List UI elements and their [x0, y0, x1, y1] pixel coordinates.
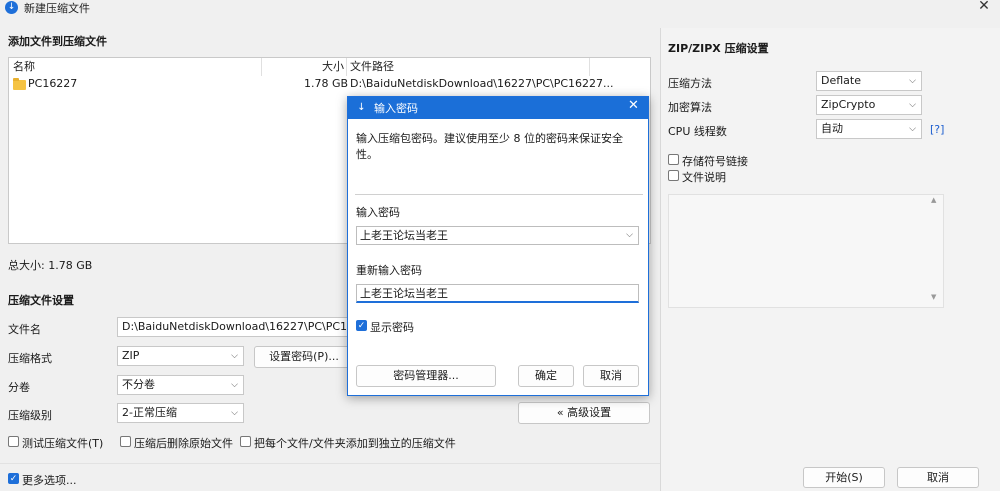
window-title-bar: ↓ 新建压缩文件 ✕: [0, 0, 1000, 16]
checkbox[interactable]: [668, 170, 679, 181]
enter-password-label: 输入密码: [356, 206, 400, 219]
option-label: 文件说明: [682, 171, 726, 184]
file-name: PC16227: [28, 77, 78, 90]
chevron-down-icon: ⌵: [909, 124, 916, 134]
column-divider[interactable]: [261, 58, 262, 76]
advanced-settings-button[interactable]: « 高级设置: [518, 402, 650, 424]
dialog-title-bar: ↓ 输入密码 ✕: [348, 97, 648, 119]
encryption-value: ZipCrypto: [821, 98, 876, 111]
chevron-down-icon[interactable]: ⌵: [626, 227, 633, 244]
chevron-down-icon: ⌵: [909, 100, 916, 110]
method-label: 压缩方法: [668, 77, 712, 90]
method-select[interactable]: Deflate ⌵: [816, 71, 922, 91]
column-header-path[interactable]: 文件路径: [350, 58, 394, 76]
enter-password-value: 上老王论坛当老王: [360, 229, 448, 242]
show-password-label: 显示密码: [370, 321, 414, 334]
format-value: ZIP: [122, 349, 140, 362]
checkbox[interactable]: [120, 436, 131, 447]
app-logo-icon: ↓: [357, 102, 366, 113]
more-options-label: 更多选项...: [22, 474, 77, 487]
chevron-down-icon: ⌵: [231, 408, 238, 418]
checkbox[interactable]: [668, 154, 679, 165]
method-value: Deflate: [821, 74, 861, 87]
chevron-down-icon: ⌵: [909, 76, 916, 86]
encryption-label: 加密算法: [668, 101, 712, 114]
check-icon[interactable]: ✓: [8, 473, 19, 484]
file-path: D:\BaiduNetdiskDownload\16227\PC\PC16227…: [350, 77, 614, 90]
column-header-name[interactable]: 名称: [13, 58, 35, 76]
option-label: 存储符号链接: [682, 155, 748, 168]
table-row[interactable]: PC16227 1.78 GB D:\BaiduNetdiskDownload\…: [9, 76, 650, 92]
file-size: 1.78 GB: [304, 77, 349, 90]
folder-icon: [13, 78, 26, 90]
checkbox[interactable]: [8, 436, 19, 447]
archive-settings-title: 压缩文件设置: [8, 294, 74, 307]
password-dialog: ↓ 输入密码 ✕ 输入压缩包密码。建议使用至少 8 位的密码来保证安全性。 输入…: [347, 96, 649, 396]
total-size: 总大小: 1.78 GB: [8, 259, 93, 272]
chevron-down-icon: ⌵: [231, 351, 238, 361]
help-link[interactable]: [?]: [930, 123, 944, 136]
cpu-threads-select[interactable]: 自动 ⌵: [816, 119, 922, 139]
files-section-title: 添加文件到压缩文件: [8, 35, 107, 48]
filename-input[interactable]: D:\BaiduNetdiskDownload\16227\PC\PC16227: [117, 317, 351, 337]
reenter-password-input[interactable]: 上老王论坛当老王: [356, 284, 639, 303]
split-label: 分卷: [8, 381, 30, 394]
ok-button[interactable]: 确定: [518, 365, 574, 387]
column-divider[interactable]: [589, 58, 590, 76]
level-value: 2-正常压缩: [122, 406, 177, 419]
comment-textarea[interactable]: [668, 194, 944, 308]
option-label: 测试压缩文件(T): [22, 437, 104, 450]
check-icon[interactable]: ✓: [356, 320, 367, 331]
window-close-button[interactable]: ✕: [976, 0, 992, 14]
start-button[interactable]: 开始(S): [803, 467, 885, 488]
divider: [355, 194, 643, 195]
dialog-description: 输入压缩包密码。建议使用至少 8 位的密码来保证安全性。: [356, 132, 623, 161]
chevron-down-icon: ⌵: [231, 380, 238, 390]
checkbox[interactable]: [240, 436, 251, 447]
cpu-threads-value: 自动: [821, 122, 843, 135]
reenter-password-label: 重新输入密码: [356, 264, 422, 277]
dialog-title: 输入密码: [374, 102, 418, 115]
dialog-close-button[interactable]: ✕: [628, 98, 639, 113]
cpu-threads-label: CPU 线程数: [668, 125, 727, 138]
app-logo-icon: ↓: [5, 1, 18, 14]
encryption-select[interactable]: ZipCrypto ⌵: [816, 95, 922, 115]
option-label: 压缩后删除原始文件: [134, 437, 233, 450]
split-select[interactable]: 不分卷 ⌵: [117, 375, 244, 395]
column-divider[interactable]: [346, 58, 347, 76]
password-manager-button[interactable]: 密码管理器...: [356, 365, 496, 387]
dialog-cancel-button[interactable]: 取消: [583, 365, 639, 387]
option-label: 把每个文件/文件夹添加到独立的压缩文件: [254, 437, 456, 450]
set-password-button[interactable]: 设置密码(P)...: [254, 346, 354, 368]
enter-password-input[interactable]: 上老王论坛当老王 ⌵: [356, 226, 639, 245]
cancel-button[interactable]: 取消: [897, 467, 979, 488]
format-select[interactable]: ZIP ⌵: [117, 346, 244, 366]
format-label: 压缩格式: [8, 352, 52, 365]
split-value: 不分卷: [122, 378, 155, 391]
zip-settings-title: ZIP/ZIPX 压缩设置: [668, 42, 769, 55]
filename-label: 文件名: [8, 323, 41, 336]
window-title: 新建压缩文件: [24, 2, 90, 15]
column-header-size[interactable]: 大小: [322, 58, 344, 76]
scroll-down-icon[interactable]: ▼: [931, 293, 936, 301]
level-select[interactable]: 2-正常压缩 ⌵: [117, 403, 244, 423]
scroll-up-icon[interactable]: ▲: [931, 196, 936, 204]
level-label: 压缩级别: [8, 409, 52, 422]
